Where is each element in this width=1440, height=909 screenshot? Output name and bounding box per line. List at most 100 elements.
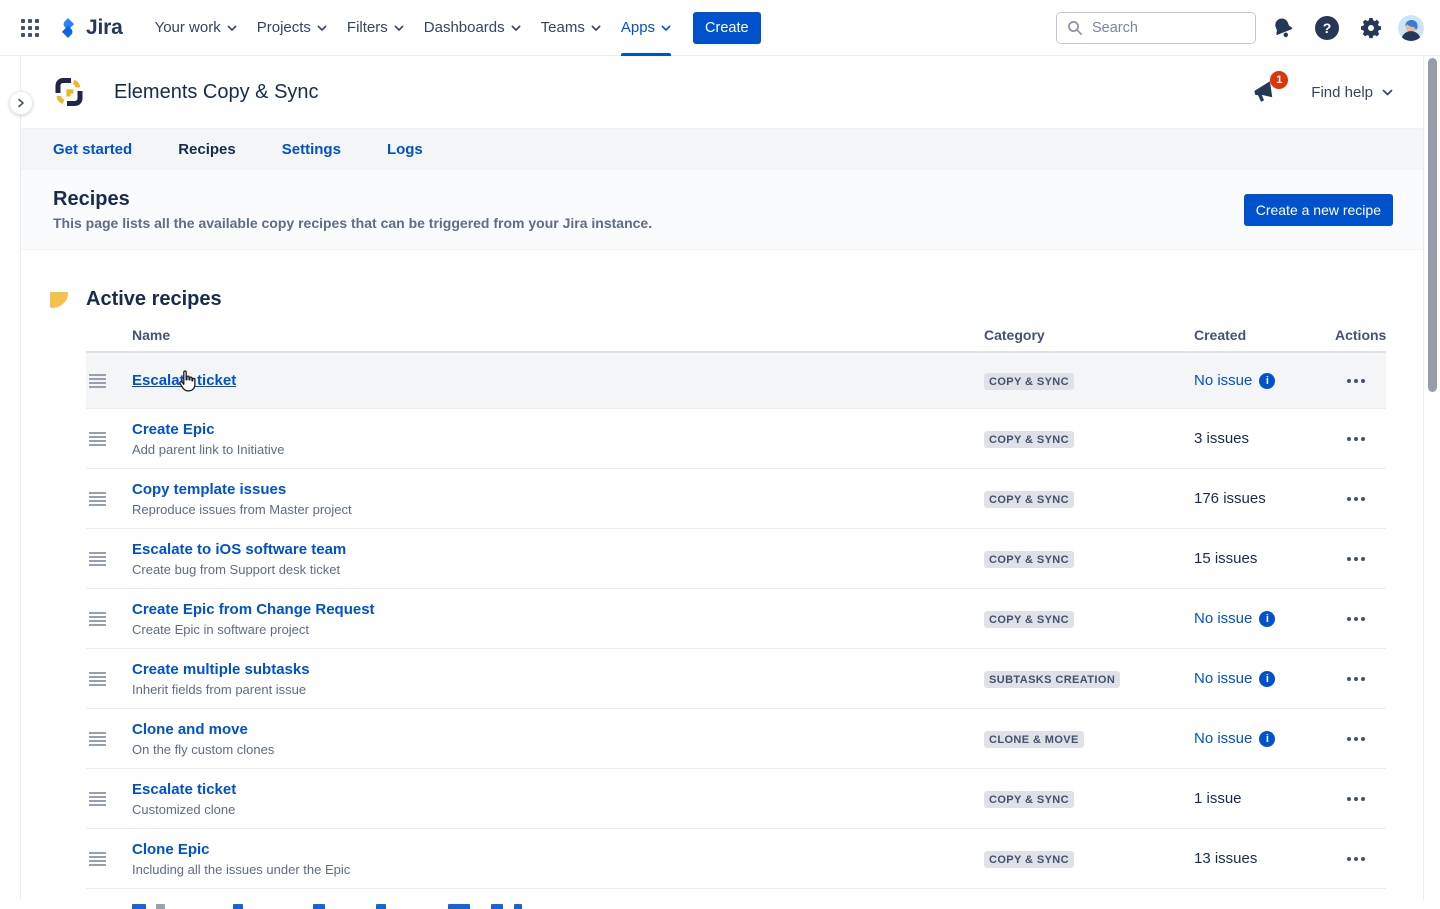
recipe-name-link[interactable]: Clone and move [132, 721, 248, 738]
avatar[interactable] [1398, 15, 1424, 41]
recipe-subtitle: Create Epic in software project [132, 622, 984, 637]
tab-get-started[interactable]: Get started [53, 141, 132, 158]
nav-item-teams[interactable]: Teams [531, 0, 611, 56]
dot [1354, 379, 1358, 383]
recipe-name-cell: Escalate ticket Customized clone [132, 781, 984, 817]
recipe-name-link[interactable]: Create Epic [132, 421, 215, 438]
search-input[interactable] [1090, 19, 1240, 37]
nav-item-projects[interactable]: Projects [247, 0, 337, 56]
recipe-actions-cell [1335, 791, 1386, 807]
drag-handle-icon[interactable] [89, 492, 106, 506]
recipe-name-link[interactable]: Escalate ticket [132, 372, 236, 389]
dot [1347, 797, 1351, 801]
nav-item-your-work[interactable]: Your work [145, 0, 247, 56]
tab-recipes[interactable]: Recipes [178, 141, 236, 158]
dot [1354, 797, 1358, 801]
nav-item-dashboards[interactable]: Dashboards [414, 0, 531, 56]
row-actions-menu-icon[interactable] [1343, 791, 1369, 807]
recipe-name-cell: Clone and move On the fly custom clones [132, 721, 984, 757]
category-badge: COPY & SYNC [984, 491, 1074, 508]
recipe-subtitle: Customized clone [132, 802, 984, 817]
vertical-scrollbar-thumb[interactable] [1428, 58, 1437, 392]
settings-gear-icon[interactable] [1354, 11, 1388, 45]
app-header: Elements Copy & Sync 1 Find help [21, 56, 1423, 128]
dot [1347, 497, 1351, 501]
category-badge: COPY & SYNC [984, 791, 1074, 808]
nav-item-label: Apps [621, 19, 655, 36]
dot [1361, 737, 1365, 741]
table-row: Escalate ticketCOPY & SYNCNo issuei [86, 353, 1386, 409]
row-actions-menu-icon[interactable] [1343, 671, 1369, 687]
drag-handle-icon[interactable] [89, 612, 106, 626]
table-body: Escalate ticketCOPY & SYNCNo issueiCreat… [86, 353, 1386, 889]
tab-settings[interactable]: Settings [282, 141, 341, 158]
dot [1361, 557, 1365, 561]
category-badge: COPY & SYNC [984, 851, 1074, 868]
row-handle-cell [86, 552, 132, 566]
topnav-right: ? [1056, 11, 1424, 45]
dot [1347, 857, 1351, 861]
column-header-created: Created [1194, 327, 1335, 343]
help-icon[interactable]: ? [1310, 11, 1344, 45]
column-header-category: Category [984, 327, 1194, 343]
dot [1361, 797, 1365, 801]
section-title: Active recipes [86, 288, 222, 311]
dot [1361, 379, 1365, 383]
recipe-name-link[interactable]: Create multiple subtasks [132, 661, 310, 678]
row-actions-menu-icon[interactable] [1343, 491, 1369, 507]
recipe-subtitle: Add parent link to Initiative [132, 442, 984, 457]
recipe-actions-cell [1335, 431, 1386, 447]
row-actions-menu-icon[interactable] [1343, 611, 1369, 627]
row-actions-menu-icon[interactable] [1343, 851, 1369, 867]
chevron-down-icon [661, 25, 671, 32]
recipe-name-link[interactable]: Copy template issues [132, 481, 286, 498]
drag-handle-icon[interactable] [89, 672, 106, 686]
clipped-row-fragment [514, 904, 522, 909]
page-title: Recipes [53, 189, 652, 209]
row-handle-cell [86, 852, 132, 866]
create-new-recipe-button[interactable]: Create a new recipe [1244, 194, 1393, 226]
tab-logs[interactable]: Logs [387, 141, 423, 158]
app-switcher-icon[interactable] [16, 14, 44, 42]
column-header-actions: Actions [1335, 327, 1386, 343]
recipe-name-link[interactable]: Create Epic from Change Request [132, 601, 375, 618]
row-handle-cell [86, 792, 132, 806]
bookmark-icon [50, 292, 68, 308]
row-actions-menu-icon[interactable] [1343, 373, 1369, 389]
drag-handle-icon[interactable] [89, 374, 106, 388]
create-button[interactable]: Create [693, 12, 761, 44]
search-box[interactable] [1056, 12, 1256, 44]
created-value: 176 issues [1194, 490, 1266, 507]
row-actions-menu-icon[interactable] [1343, 431, 1369, 447]
row-actions-menu-icon[interactable] [1343, 551, 1369, 567]
recipe-category-cell: COPY & SYNC [984, 490, 1194, 508]
dot [1347, 677, 1351, 681]
created-value: 15 issues [1194, 550, 1257, 567]
recipe-name-link[interactable]: Escalate to iOS software team [132, 541, 346, 558]
dot [1347, 557, 1351, 561]
dot [1347, 379, 1351, 383]
info-icon[interactable]: i [1259, 373, 1275, 389]
drag-handle-icon[interactable] [89, 732, 106, 746]
announcements-megaphone-icon[interactable]: 1 [1251, 78, 1281, 106]
sidebar-expand-button[interactable] [9, 91, 33, 115]
drag-handle-icon[interactable] [89, 432, 106, 446]
dot [1361, 617, 1365, 621]
notification-bell-icon[interactable] [1266, 11, 1300, 45]
page-app-title: Elements Copy & Sync [114, 81, 319, 104]
info-icon[interactable]: i [1259, 731, 1275, 747]
recipe-name-link[interactable]: Escalate ticket [132, 781, 236, 798]
drag-handle-icon[interactable] [89, 792, 106, 806]
jira-logo[interactable]: Jira [56, 16, 123, 40]
info-icon[interactable]: i [1259, 671, 1275, 687]
recipe-subtitle: On the fly custom clones [132, 742, 984, 757]
drag-handle-icon[interactable] [89, 552, 106, 566]
recipe-category-cell: COPY & SYNC [984, 372, 1194, 390]
info-icon[interactable]: i [1259, 611, 1275, 627]
find-help-dropdown[interactable]: Find help [1311, 84, 1393, 101]
nav-item-filters[interactable]: Filters [337, 0, 414, 56]
row-actions-menu-icon[interactable] [1343, 731, 1369, 747]
recipe-name-link[interactable]: Clone Epic [132, 841, 210, 858]
drag-handle-icon[interactable] [89, 852, 106, 866]
nav-item-apps[interactable]: Apps [611, 0, 681, 56]
